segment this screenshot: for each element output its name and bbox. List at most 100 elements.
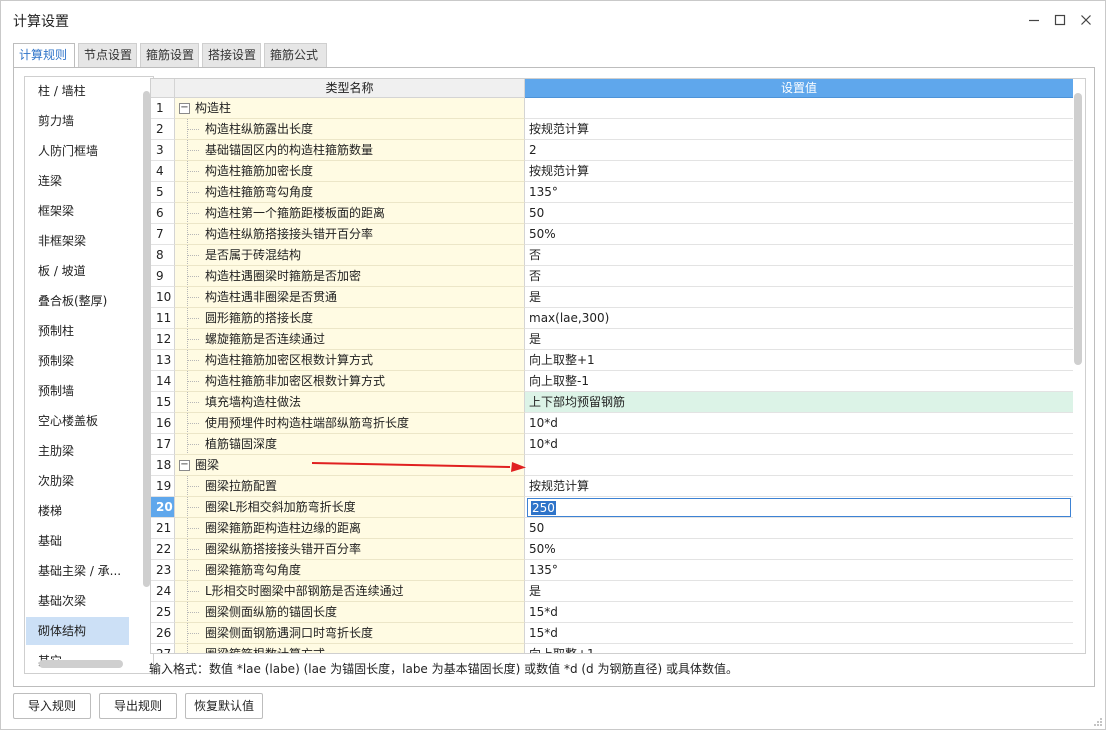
- table-row[interactable]: 11 圆形箍筋的搭接长度 max(lae,300): [151, 308, 1073, 329]
- setting-value-cell[interactable]: 按规范计算: [525, 161, 1073, 182]
- sidebar-item[interactable]: 空心楼盖板: [26, 407, 129, 435]
- table-row[interactable]: 19 圈梁拉筋配置 按规范计算: [151, 476, 1073, 497]
- sidebar-item[interactable]: 砌体结构: [26, 617, 129, 645]
- setting-value-cell[interactable]: 50%: [525, 224, 1073, 245]
- table-row[interactable]: 23 圈梁箍筋弯勾角度 135°: [151, 560, 1073, 581]
- setting-value-cell[interactable]: 向上取整+1: [525, 350, 1073, 371]
- minimize-button[interactable]: [1023, 9, 1045, 31]
- tab-stirrup-formula[interactable]: 箍筋公式: [264, 43, 327, 67]
- tab-stirrup-settings[interactable]: 箍筋设置: [140, 43, 199, 67]
- table-row[interactable]: 13 构造柱箍筋加密区根数计算方式 向上取整+1: [151, 350, 1073, 371]
- row-number: 25: [151, 602, 175, 623]
- sidebar-item[interactable]: 柱 / 墙柱: [26, 77, 129, 105]
- sidebar-item[interactable]: 基础主梁 / 承...: [26, 557, 129, 585]
- sidebar-item[interactable]: 楼梯: [26, 497, 129, 525]
- sidebar-item[interactable]: 连梁: [26, 167, 129, 195]
- setting-value-cell[interactable]: 向上取整-1: [525, 371, 1073, 392]
- table-row[interactable]: 3 基础锚固区内的构造柱箍筋数量 2: [151, 140, 1073, 161]
- setting-value-cell[interactable]: 是: [525, 581, 1073, 602]
- table-row[interactable]: 27 圈梁箍筋根数计算方式 向上取整+1: [151, 644, 1073, 653]
- table-row[interactable]: 26 圈梁侧面钢筋遇洞口时弯折长度 15*d: [151, 623, 1073, 644]
- column-header-name[interactable]: 类型名称: [175, 79, 525, 98]
- column-header-value[interactable]: 设置值: [525, 79, 1073, 98]
- table-row[interactable]: 16 使用预埋件时构造柱端部纵筋弯折长度 10*d: [151, 413, 1073, 434]
- restore-defaults-button[interactable]: 恢复默认值: [185, 693, 263, 719]
- setting-name-cell: 构造柱箍筋非加密区根数计算方式: [175, 371, 525, 392]
- setting-value-cell[interactable]: 2: [525, 140, 1073, 161]
- close-button[interactable]: [1075, 9, 1097, 31]
- collapse-toggle-icon[interactable]: −: [179, 103, 190, 114]
- table-row[interactable]: 14 构造柱箍筋非加密区根数计算方式 向上取整-1: [151, 371, 1073, 392]
- setting-name: 圈梁侧面纵筋的锚固长度: [205, 605, 338, 619]
- sidebar-item[interactable]: 主肋梁: [26, 437, 129, 465]
- setting-value-cell[interactable]: 50: [525, 203, 1073, 224]
- table-row[interactable]: 24 L形相交时圈梁中部钢筋是否连续通过 是: [151, 581, 1073, 602]
- setting-value-cell[interactable]: 按规范计算: [525, 476, 1073, 497]
- setting-value-cell[interactable]: max(lae,300): [525, 308, 1073, 329]
- setting-value-cell[interactable]: 是: [525, 287, 1073, 308]
- table-row[interactable]: 5 构造柱箍筋弯勾角度 135°: [151, 182, 1073, 203]
- table-row[interactable]: 4 构造柱箍筋加密长度 按规范计算: [151, 161, 1073, 182]
- setting-value-cell[interactable]: 50%: [525, 539, 1073, 560]
- grid-vertical-scrollbar[interactable]: [1074, 93, 1082, 365]
- setting-value-cell[interactable]: 15*d: [525, 623, 1073, 644]
- table-row[interactable]: 2 构造柱纵筋露出长度 按规范计算: [151, 119, 1073, 140]
- sidebar-item[interactable]: 预制柱: [26, 317, 129, 345]
- setting-name: 基础锚固区内的构造柱箍筋数量: [205, 143, 374, 157]
- table-row[interactable]: 25 圈梁侧面纵筋的锚固长度 15*d: [151, 602, 1073, 623]
- sidebar-horizontal-scrollbar[interactable]: [39, 660, 123, 668]
- setting-value-cell[interactable]: 按规范计算: [525, 119, 1073, 140]
- setting-value-cell[interactable]: 否: [525, 266, 1073, 287]
- selected-value-text[interactable]: 250: [531, 501, 556, 515]
- import-rules-button[interactable]: 导入规则: [13, 693, 91, 719]
- export-rules-button[interactable]: 导出规则: [99, 693, 177, 719]
- table-row[interactable]: 12 螺旋箍筋是否连续通过 是: [151, 329, 1073, 350]
- sidebar-item[interactable]: 预制梁: [26, 347, 129, 375]
- sidebar-item[interactable]: 基础: [26, 527, 129, 555]
- table-row[interactable]: 22 圈梁纵筋搭接接头错开百分率 50%: [151, 539, 1073, 560]
- table-row[interactable]: 18− 圈梁: [151, 455, 1073, 476]
- sidebar-item[interactable]: 板 / 坡道: [26, 257, 129, 285]
- setting-value-cell[interactable]: [525, 455, 1073, 476]
- setting-name-cell: 圈梁拉筋配置: [175, 476, 525, 497]
- maximize-button[interactable]: [1049, 9, 1071, 31]
- tree-connector: [187, 297, 199, 298]
- table-row[interactable]: 17 植筋锚固深度 10*d: [151, 434, 1073, 455]
- table-row[interactable]: 8 是否属于砖混结构 否: [151, 245, 1073, 266]
- setting-value-cell[interactable]: [525, 98, 1073, 119]
- sidebar-vertical-scrollbar[interactable]: [143, 91, 150, 587]
- sidebar-item[interactable]: 人防门框墙: [26, 137, 129, 165]
- setting-value-cell[interactable]: 50: [525, 518, 1073, 539]
- setting-value-cell[interactable]: 是: [525, 329, 1073, 350]
- table-row[interactable]: 1− 构造柱: [151, 98, 1073, 119]
- table-row[interactable]: 20 圈梁L形相交斜加筋弯折长度 250: [151, 497, 1073, 518]
- collapse-toggle-icon[interactable]: −: [179, 460, 190, 471]
- sidebar-item[interactable]: 非框架梁: [26, 227, 129, 255]
- tab-node-settings[interactable]: 节点设置: [78, 43, 137, 67]
- table-row[interactable]: 21 圈梁箍筋距构造柱边缘的距离 50: [151, 518, 1073, 539]
- table-row[interactable]: 7 构造柱纵筋搭接接头错开百分率 50%: [151, 224, 1073, 245]
- setting-value-cell[interactable]: 上下部均预留钢筋: [525, 392, 1073, 413]
- sidebar-item[interactable]: 叠合板(整厚): [26, 287, 129, 315]
- tab-lap-settings[interactable]: 搭接设置: [202, 43, 261, 67]
- value-editor[interactable]: 250: [527, 498, 1071, 517]
- table-row[interactable]: 15 填充墙构造柱做法 上下部均预留钢筋: [151, 392, 1073, 413]
- setting-value-cell[interactable]: 否: [525, 245, 1073, 266]
- sidebar-item[interactable]: 预制墙: [26, 377, 129, 405]
- setting-value-cell[interactable]: 135°: [525, 182, 1073, 203]
- sidebar-item[interactable]: 剪力墙: [26, 107, 129, 135]
- sidebar-item[interactable]: 基础次梁: [26, 587, 129, 615]
- sidebar-item[interactable]: 次肋梁: [26, 467, 129, 495]
- table-row[interactable]: 6 构造柱第一个箍筋距楼板面的距离 50: [151, 203, 1073, 224]
- setting-value-cell[interactable]: 250: [525, 497, 1073, 518]
- table-row[interactable]: 9 构造柱遇圈梁时箍筋是否加密 否: [151, 266, 1073, 287]
- table-row[interactable]: 10 构造柱遇非圈梁是否贯通 是: [151, 287, 1073, 308]
- setting-value-cell[interactable]: 向上取整+1: [525, 644, 1073, 653]
- resize-grip-icon[interactable]: [1093, 717, 1103, 727]
- sidebar-item[interactable]: 框架梁: [26, 197, 129, 225]
- setting-value-cell[interactable]: 135°: [525, 560, 1073, 581]
- setting-value-cell[interactable]: 10*d: [525, 434, 1073, 455]
- setting-value-cell[interactable]: 10*d: [525, 413, 1073, 434]
- tab-calc-rules[interactable]: 计算规则: [13, 43, 75, 68]
- setting-value-cell[interactable]: 15*d: [525, 602, 1073, 623]
